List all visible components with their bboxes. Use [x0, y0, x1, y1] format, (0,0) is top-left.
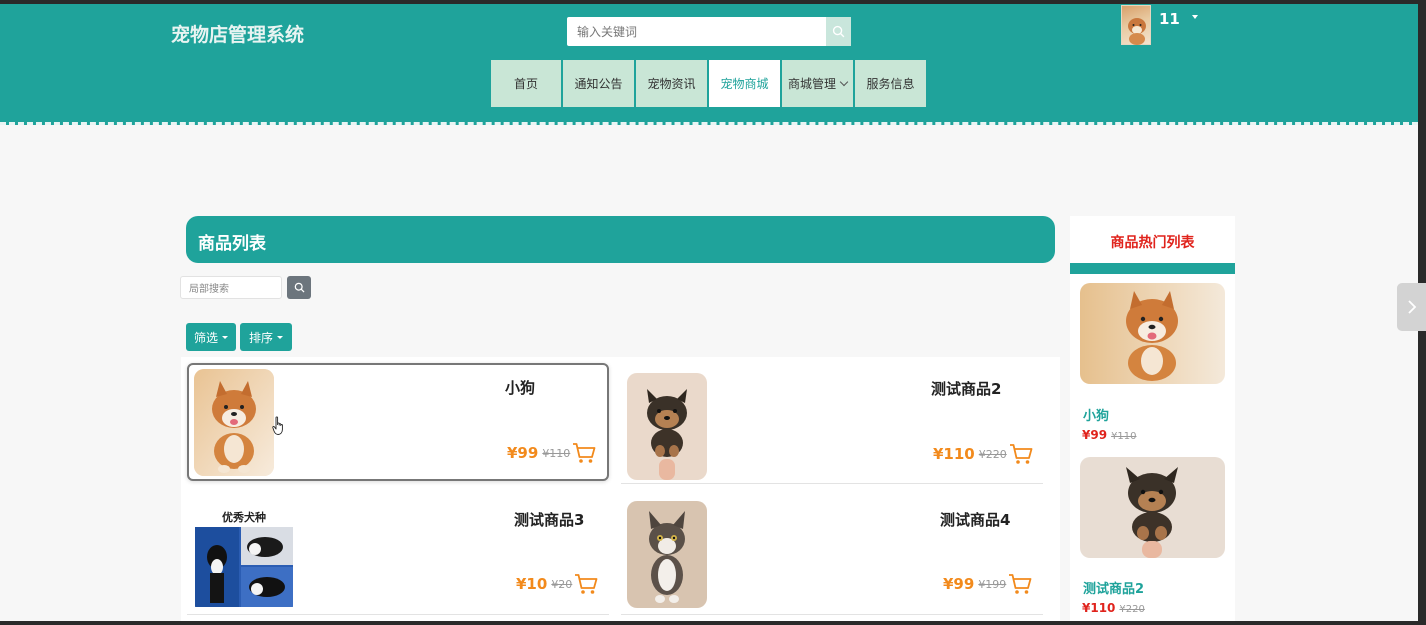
product-list-title: 商品列表	[198, 234, 266, 254]
hot-item-price-row: ¥99 ¥110	[1082, 428, 1137, 442]
product-price-row: ¥99 ¥110	[507, 442, 596, 464]
product-price: ¥10	[516, 575, 548, 593]
nav-item-pet-news[interactable]: 宠物资讯	[636, 60, 707, 107]
product-price: ¥99	[943, 575, 975, 593]
caret-down-icon	[277, 335, 283, 339]
product-name[interactable]: 测试商品3	[514, 509, 584, 530]
global-search-input[interactable]	[567, 17, 826, 46]
product-card[interactable]: 小狗 ¥99 ¥110	[187, 363, 609, 481]
product-card[interactable]: 优秀犬种 测试商品3 ¥10 ¥20	[187, 495, 609, 615]
local-search-button[interactable]	[287, 276, 311, 299]
side-panel-toggle[interactable]	[1397, 283, 1426, 331]
user-avatar[interactable]	[1121, 5, 1151, 45]
product-old-price: ¥20	[551, 577, 573, 591]
search-icon	[294, 282, 305, 293]
hot-products-divider	[1070, 263, 1235, 274]
hot-item-price: ¥99	[1082, 428, 1108, 442]
product-old-price: ¥220	[978, 447, 1007, 461]
product-price-row: ¥110 ¥220	[933, 443, 1033, 465]
hot-item-price: ¥110	[1082, 601, 1116, 615]
product-name[interactable]: 测试商品4	[940, 509, 1010, 530]
avatar-dog-image	[1128, 18, 1146, 45]
global-search-button[interactable]	[826, 17, 851, 46]
cart-icon[interactable]	[572, 442, 596, 464]
hot-item-price-row: ¥110 ¥220	[1082, 601, 1145, 615]
hot-item-name[interactable]: 测试商品2	[1083, 578, 1144, 597]
hot-products-panel: 商品热门列表 小狗 ¥99 ¥110 测试商品2 ¥110 ¥220	[1070, 216, 1235, 621]
page: 宠物店管理系统 11 首页 通知公告 宠物资讯 宠物商城 商城管理 服务信息	[0, 4, 1418, 621]
product-old-price: ¥110	[542, 446, 571, 460]
product-price-row: ¥99 ¥199	[943, 573, 1032, 595]
nav-item-mall-management[interactable]: 商城管理	[782, 60, 853, 107]
filter-button[interactable]: 筛选	[186, 323, 236, 351]
local-search-input[interactable]	[181, 279, 281, 300]
nav-item-pet-mall[interactable]: 宠物商城	[709, 60, 780, 107]
cart-icon[interactable]	[1008, 573, 1032, 595]
nav-item-notices[interactable]: 通知公告	[563, 60, 634, 107]
hot-products-title: 商品热门列表	[1110, 235, 1195, 251]
product-list-header: 商品列表	[186, 216, 1055, 263]
hot-item-old-price: ¥110	[1111, 431, 1137, 442]
chevron-down-icon	[839, 77, 849, 86]
product-image-kitten[interactable]	[627, 501, 707, 608]
user-menu-caret-icon[interactable]	[1192, 15, 1198, 19]
product-grid: 小狗 ¥99 ¥110 测试商品2 ¥110 ¥220 优秀犬种 测试商品3 ¥…	[181, 357, 1060, 621]
search-icon	[832, 25, 845, 38]
hot-item-name[interactable]: 小狗	[1083, 405, 1109, 424]
nav-item-service-info[interactable]: 服务信息	[855, 60, 926, 107]
main-nav: 首页 通知公告 宠物资讯 宠物商城 商城管理 服务信息	[491, 60, 926, 107]
sort-button[interactable]: 排序	[240, 323, 292, 351]
chevron-right-icon	[1408, 300, 1417, 314]
product-card[interactable]: 测试商品2 ¥110 ¥220	[621, 363, 1043, 484]
image-caption: 优秀犬种	[222, 511, 266, 524]
product-old-price: ¥199	[978, 577, 1007, 591]
nav-item-home[interactable]: 首页	[491, 60, 561, 107]
product-price-row: ¥10 ¥20	[516, 573, 598, 595]
global-search	[567, 17, 851, 46]
cart-icon[interactable]	[1009, 443, 1033, 465]
hot-item-image-yorkie[interactable]	[1080, 457, 1225, 558]
local-search	[180, 276, 282, 300]
product-name[interactable]: 测试商品2	[931, 378, 1001, 399]
hand-cursor-icon	[272, 416, 283, 435]
product-image-border-collie[interactable]: 优秀犬种	[191, 501, 297, 607]
hot-item-image-shiba[interactable]	[1080, 283, 1225, 384]
product-image-shiba[interactable]	[194, 369, 274, 476]
product-card[interactable]: 测试商品4 ¥99 ¥199	[621, 495, 1043, 615]
product-image-yorkie[interactable]	[627, 373, 707, 480]
product-price: ¥99	[507, 444, 539, 462]
product-price: ¥110	[933, 445, 975, 463]
caret-down-icon	[222, 335, 228, 339]
top-header: 宠物店管理系统 11 首页 通知公告 宠物资讯 宠物商城 商城管理 服务信息	[0, 4, 1418, 125]
user-name[interactable]: 11	[1159, 10, 1180, 28]
cart-icon[interactable]	[574, 573, 598, 595]
site-title: 宠物店管理系统	[171, 24, 305, 46]
product-name[interactable]: 小狗	[505, 377, 535, 398]
hot-item-old-price: ¥220	[1119, 604, 1145, 615]
